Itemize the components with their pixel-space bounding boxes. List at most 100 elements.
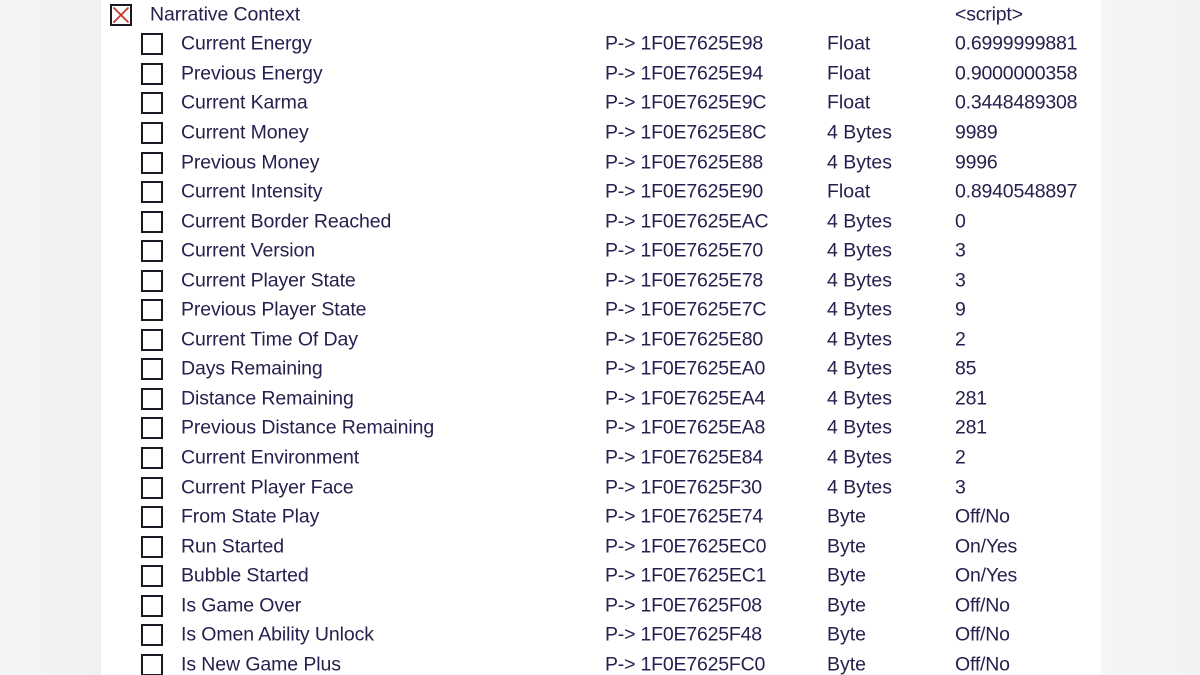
row-type: Float [827, 180, 871, 203]
row-address: P-> 1F0E7625FC0 [605, 653, 766, 675]
row-value: 9989 [955, 121, 998, 144]
table-row[interactable]: Current Player Face P-> 1F0E7625F30 4 Byte… [101, 473, 1101, 503]
row-type: 4 Bytes [827, 210, 893, 233]
row-description: Current Time Of Day [181, 328, 358, 351]
row-value: Off/No [955, 505, 1010, 528]
row-type: Byte [827, 653, 867, 675]
table-row[interactable]: Distance Remaining P-> 1F0E7625EA4 4 Bytes… [101, 384, 1101, 414]
row-checkbox[interactable] [141, 33, 163, 56]
row-value: 281 [955, 387, 987, 410]
row-value: 9996 [955, 151, 998, 173]
row-address: P-> 1F0E7625F08 [605, 594, 762, 617]
row-address: P-> 1F0E7625E74 [605, 505, 763, 528]
cheat-table-rows: Current Energy P-> 1F0E7625E98 Float 0.6999… [101, 30, 1101, 675]
row-address: P-> 1F0E7625E80 [605, 328, 763, 351]
table-row[interactable]: Current Energy P-> 1F0E7625E98 Float 0.6999… [101, 30, 1101, 60]
row-value: On/Yes [955, 564, 1018, 587]
table-row[interactable]: Is Game Over P-> 1F0E7625F08 Byte Off/No [101, 591, 1101, 621]
table-row[interactable]: Current Version P-> 1F0E7625E70 4 Bytes 3 [101, 236, 1101, 266]
row-value: 2 [955, 328, 966, 351]
row-checkbox[interactable] [141, 417, 163, 440]
row-address: P-> 1F0E7625E98 [605, 32, 763, 55]
row-checkbox[interactable] [141, 240, 163, 263]
row-type: Byte [827, 505, 867, 528]
row-description: Previous Energy [181, 62, 323, 85]
table-row[interactable]: Current Time Of Day P-> 1F0E7625E80 4 Byte… [101, 325, 1101, 355]
table-row[interactable]: Current Money P-> 1F0E7625E8C 4 Bytes 9989 [101, 118, 1101, 148]
row-description: From State Play [181, 505, 320, 528]
row-description: Current Intensity [181, 180, 323, 203]
table-row[interactable]: Current Intensity P-> 1F0E7625E90 Float 0.8… [101, 177, 1101, 207]
row-checkbox[interactable] [141, 328, 163, 351]
row-value: 0.8940548897 [955, 180, 1078, 203]
cheat-table-panel[interactable]: Narrative Context <script> Current Energ… [101, 0, 1101, 675]
row-checkbox[interactable] [141, 121, 163, 144]
row-checkbox[interactable] [141, 62, 163, 85]
red-x-icon[interactable] [110, 3, 132, 26]
row-type: Float [827, 91, 871, 114]
row-value: 0.9000000358 [955, 62, 1078, 85]
screenshot-stage: Narrative Context <script> Current Energ… [0, 0, 1200, 675]
row-type: 4 Bytes [827, 416, 893, 439]
row-checkbox[interactable] [141, 269, 163, 292]
row-checkbox[interactable] [141, 358, 163, 381]
table-row[interactable]: Run Started P-> 1F0E7625EC0 Byte On/Yes [101, 532, 1101, 562]
row-description: Current Karma [181, 91, 308, 114]
row-value: 3 [955, 476, 966, 499]
row-description: Current Money [181, 121, 309, 144]
table-row[interactable]: Days Remaining P-> 1F0E7625EA0 4 Bytes 85 [101, 355, 1101, 385]
row-type: 4 Bytes [827, 446, 893, 469]
row-address: P-> 1F0E7625EA0 [605, 357, 766, 380]
row-checkbox[interactable] [141, 299, 163, 322]
table-row[interactable]: Is Omen Ability Unlock P-> 1F0E7625F48 Byt… [101, 620, 1101, 650]
row-checkbox[interactable] [141, 476, 163, 499]
row-checkbox[interactable] [141, 535, 163, 558]
row-value: 0.6999999881 [955, 32, 1078, 55]
row-description: Current Environment [181, 446, 360, 469]
row-description: Is New Game Plus [181, 653, 341, 675]
row-type: 4 Bytes [827, 269, 893, 292]
row-description: Previous Distance Remaining [181, 416, 435, 439]
row-value: 2 [955, 446, 966, 469]
row-type: Byte [827, 564, 867, 587]
table-row[interactable]: Previous Distance Remaining P-> 1F0E7625E… [101, 414, 1101, 444]
row-type: 4 Bytes [827, 298, 893, 321]
row-checkbox[interactable] [141, 151, 163, 174]
row-address: P-> 1F0E7625F30 [605, 476, 762, 499]
table-row[interactable]: Previous Energy P-> 1F0E7625E94 Float 0.900… [101, 59, 1101, 89]
table-row[interactable]: Current Karma P-> 1F0E7625E9C Float 0.34484… [101, 89, 1101, 119]
row-value: 3 [955, 269, 966, 292]
row-type: Byte [827, 623, 867, 646]
table-row[interactable]: Previous Player State P-> 1F0E7625E7C 4 By… [101, 295, 1101, 325]
row-checkbox[interactable] [141, 653, 163, 675]
row-address: P-> 1F0E7625E70 [605, 239, 763, 262]
row-address: P-> 1F0E7625EAC [605, 210, 769, 233]
table-row[interactable]: Previous Money P-> 1F0E7625E88 4 Bytes 9996 [101, 148, 1101, 178]
row-checkbox[interactable] [141, 210, 163, 233]
table-row[interactable]: From State Play P-> 1F0E7625E74 Byte Off/No [101, 502, 1101, 532]
row-type: Byte [827, 594, 867, 617]
row-checkbox[interactable] [141, 565, 163, 588]
row-checkbox[interactable] [141, 92, 163, 115]
row-type: 4 Bytes [827, 151, 893, 173]
row-checkbox[interactable] [141, 387, 163, 410]
row-description: Previous Player State [181, 298, 367, 321]
row-checkbox[interactable] [141, 506, 163, 529]
cheat-table-group-row[interactable]: Narrative Context <script> [101, 0, 1101, 30]
table-row[interactable]: Current Border Reached P-> 1F0E7625EAC 4 B… [101, 207, 1101, 237]
table-row[interactable]: Is New Game Plus P-> 1F0E7625FC0 Byte Off/N… [101, 650, 1101, 675]
row-description: Bubble Started [181, 564, 309, 587]
row-description: Current Energy [181, 32, 312, 55]
row-description: Run Started [181, 535, 284, 558]
table-row[interactable]: Bubble Started P-> 1F0E7625EC1 Byte On/Yes [101, 561, 1101, 591]
row-checkbox[interactable] [141, 446, 163, 469]
row-checkbox[interactable] [141, 624, 163, 647]
row-type: 4 Bytes [827, 387, 893, 410]
table-row[interactable]: Current Environment P-> 1F0E7625E84 4 Byte… [101, 443, 1101, 473]
table-row[interactable]: Current Player State P-> 1F0E7625E78 4 Byt… [101, 266, 1101, 296]
row-description: Current Border Reached [181, 210, 392, 233]
row-checkbox[interactable] [141, 181, 163, 204]
row-checkbox[interactable] [141, 594, 163, 617]
row-value: Off/No [955, 653, 1010, 675]
row-type: 4 Bytes [827, 357, 893, 380]
